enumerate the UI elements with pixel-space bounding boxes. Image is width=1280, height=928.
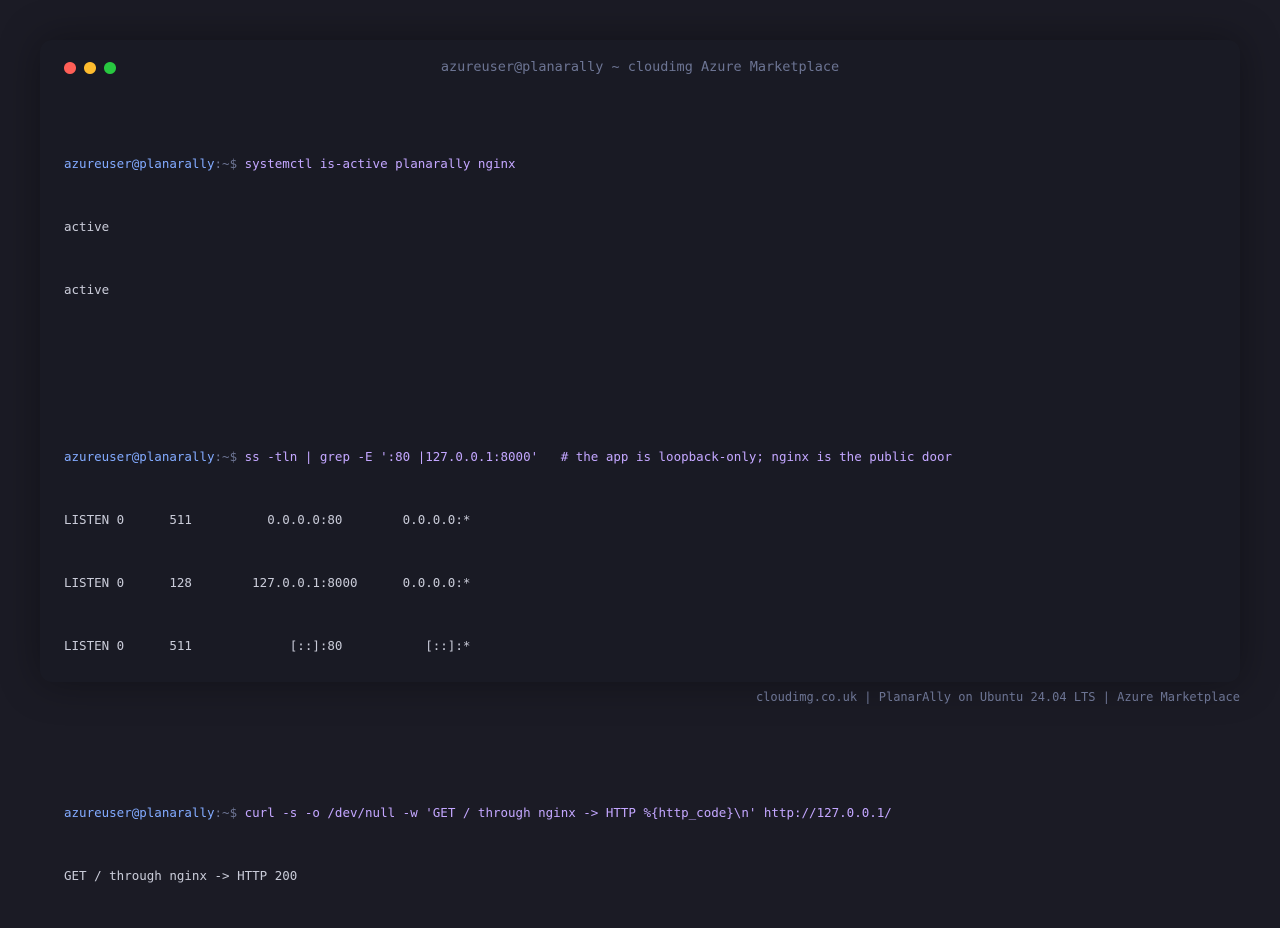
terminal-window: azureuser@planarally ~ cloudimg Azure Ma… bbox=[40, 40, 1240, 883]
prompt-user-host: azureuser@planarally bbox=[64, 449, 215, 464]
footer-caption: cloudimg.co.uk | PlanarAlly on Ubuntu 24… bbox=[755, 690, 1240, 704]
command-line: azureuser@planarally:~$ systemctl is-act… bbox=[64, 153, 1216, 174]
output-line: active bbox=[64, 219, 110, 234]
prompt-user-host: azureuser@planarally bbox=[64, 805, 215, 820]
command-line: azureuser@planarally:~$ curl -s -o /dev/… bbox=[64, 802, 1216, 823]
command-line: azureuser@planarally:~$ ss -tln | grep -… bbox=[64, 446, 1216, 467]
prompt-user-host: azureuser@planarally bbox=[64, 156, 215, 171]
output-line: LISTEN 0 511 [::]:80 [::]:* bbox=[64, 638, 471, 653]
command-text: curl -s -o /dev/null -w 'GET / through n… bbox=[244, 805, 892, 820]
prompt-path: :~$ bbox=[214, 156, 238, 171]
output-line: LISTEN 0 511 0.0.0.0:80 0.0.0.0:* bbox=[64, 512, 471, 527]
command-text: systemctl is-active planarally nginx bbox=[244, 156, 516, 171]
output-line: LISTEN 0 128 127.0.0.1:8000 0.0.0.0:* bbox=[64, 575, 471, 590]
output-line: GET / through nginx -> HTTP 200 bbox=[64, 868, 298, 883]
output-line: active bbox=[64, 282, 110, 297]
prompt-path: :~$ bbox=[214, 805, 238, 820]
prompt-path: :~$ bbox=[214, 449, 238, 464]
terminal-output[interactable]: azureuser@planarally:~$ systemctl is-act… bbox=[64, 90, 1216, 928]
window-title: azureuser@planarally ~ cloudimg Azure Ma… bbox=[440, 59, 840, 75]
title-bar: azureuser@planarally ~ cloudimg Azure Ma… bbox=[40, 40, 1240, 96]
command-text: ss -tln | grep -E ':80 |127.0.0.1:8000' … bbox=[244, 449, 953, 464]
